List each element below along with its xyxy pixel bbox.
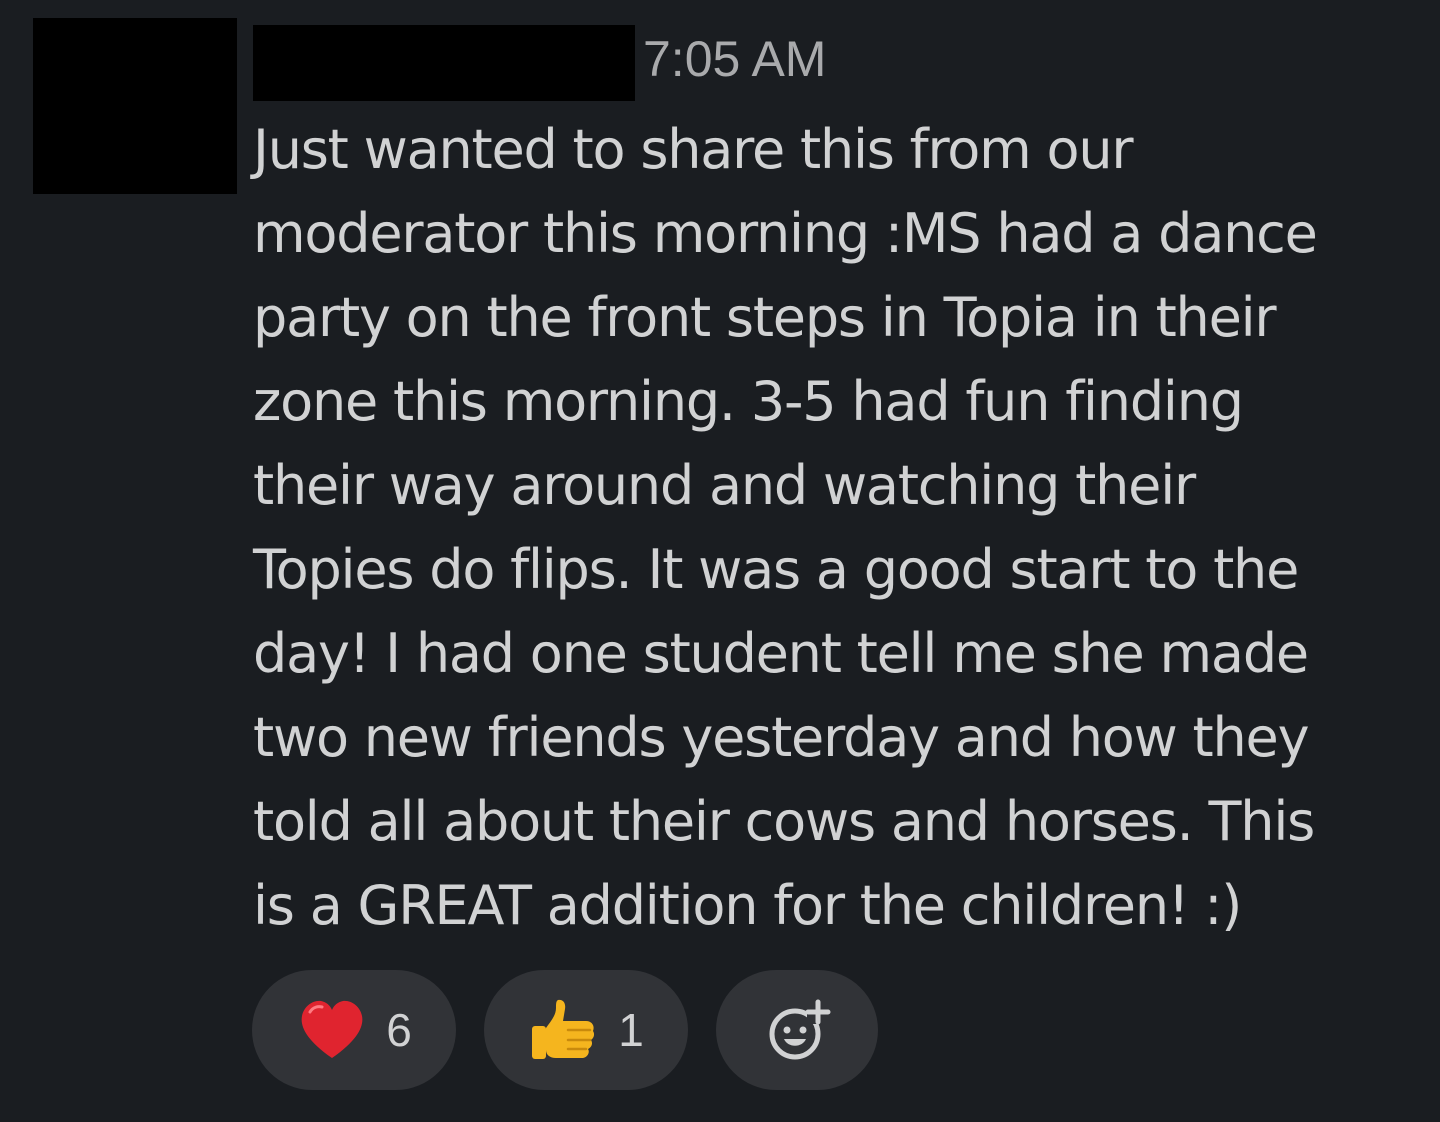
message-line: two new friends yesterday and how they (253, 706, 1310, 769)
message-line: day! I had one student tell me she made (253, 622, 1309, 685)
message-body: Just wanted to share this from our moder… (253, 108, 1393, 948)
reaction-heart-count: 6 (386, 1004, 412, 1056)
message: 7:05 AM Just wanted to share this from o… (0, 0, 1440, 1122)
message-line: party on the front steps in Topia in the… (253, 286, 1277, 349)
message-line: Just wanted to share this from our (253, 118, 1134, 181)
message-line: told all about their cows and horses. Th… (253, 790, 1315, 853)
add-reaction-button[interactable] (716, 970, 878, 1090)
message-line: moderator this morning :MS had a dance (253, 202, 1318, 265)
avatar[interactable] (33, 18, 237, 194)
sender-name-redacted[interactable] (253, 25, 635, 101)
reaction-thumbs-count: 1 (618, 1004, 644, 1056)
message-line: Topies do flips. It was a good start to … (253, 538, 1299, 601)
timestamp[interactable]: 7:05 AM (643, 34, 826, 84)
message-line: is a GREAT addition for the children! :) (253, 874, 1242, 937)
thumbs-up-icon (532, 999, 595, 1059)
message-line: their way around and watching their (253, 454, 1196, 517)
message-line: zone this morning. 3-5 had fun finding (253, 370, 1244, 433)
reaction-heart[interactable]: 6 (252, 970, 456, 1090)
reactions-bar: 6 1 (252, 970, 878, 1090)
reaction-thumbs-up[interactable]: 1 (484, 970, 688, 1090)
add-emoji-icon (769, 999, 831, 1060)
message-header: 7:05 AM (253, 20, 826, 106)
red-heart-icon (301, 1000, 363, 1058)
